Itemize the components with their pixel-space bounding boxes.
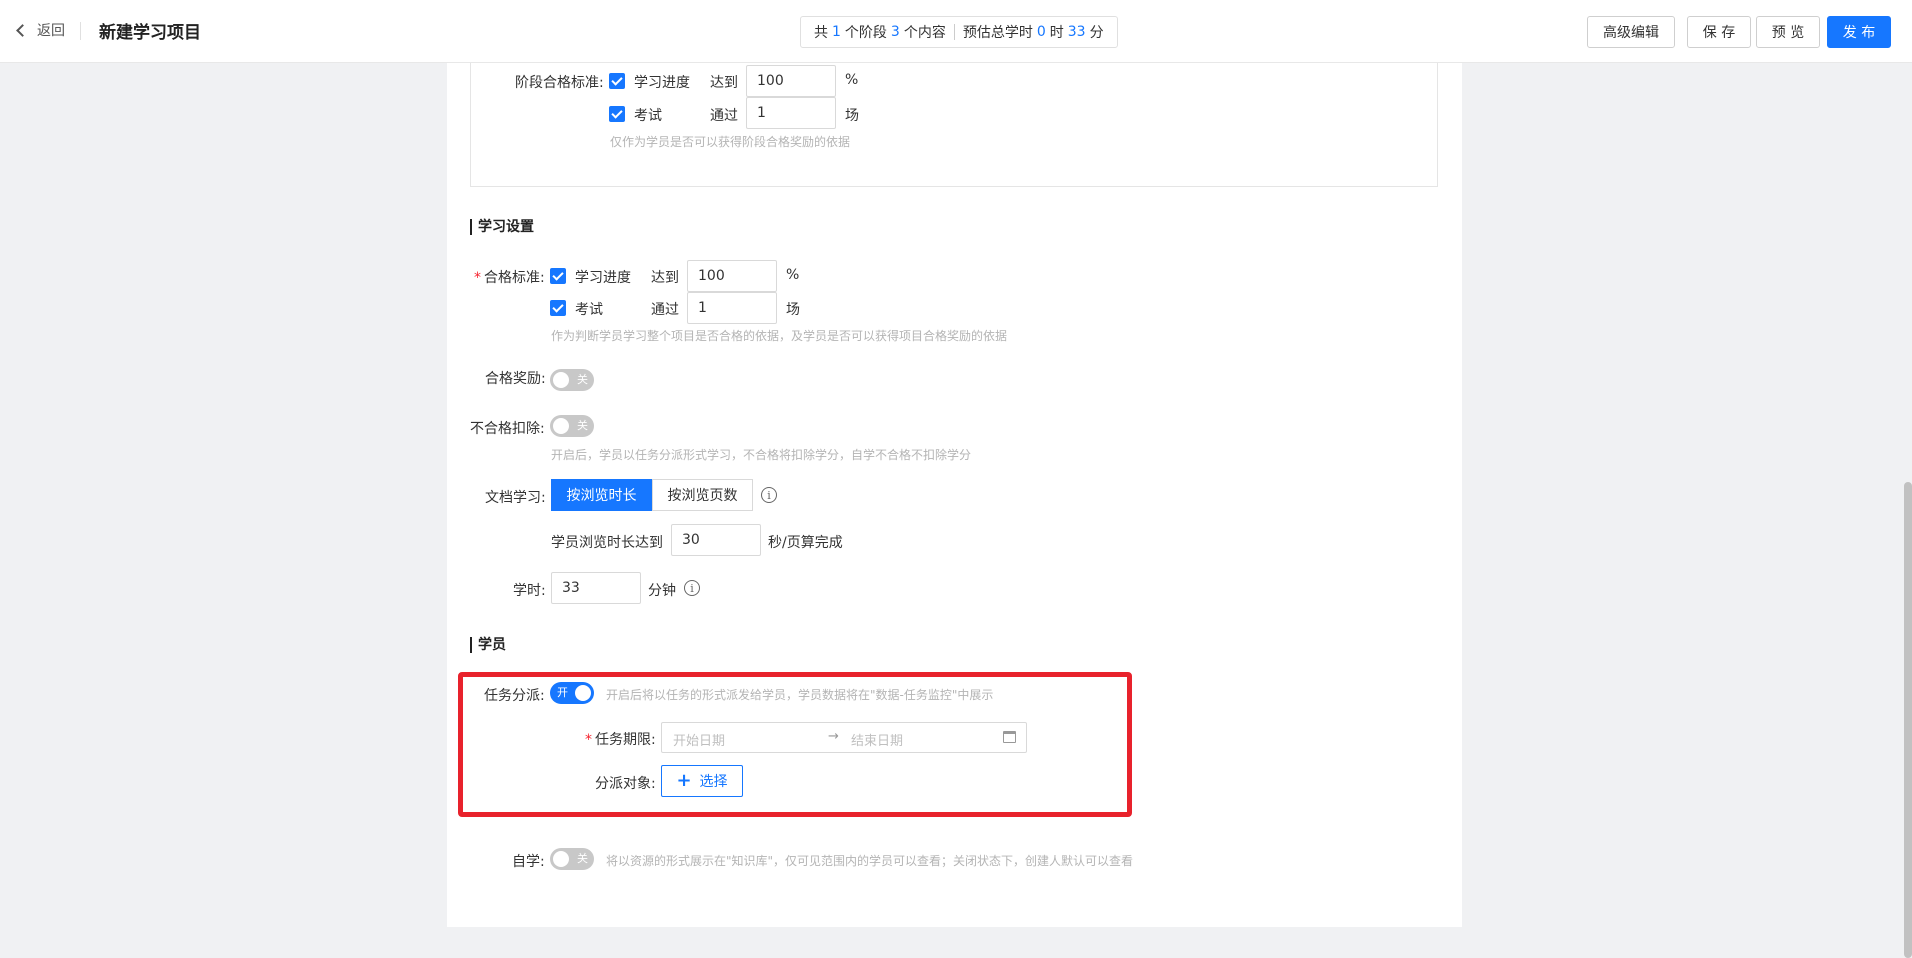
- task-period-range[interactable]: 开始日期 → 结束日期: [661, 722, 1027, 753]
- scrollbar[interactable]: [1904, 482, 1912, 958]
- students-title: 学员: [470, 637, 506, 653]
- progress-input[interactable]: [687, 260, 777, 292]
- stage-progress-input[interactable]: [746, 65, 836, 97]
- stage-count: 1: [832, 24, 841, 40]
- estimate-hours-text: 时: [1049, 25, 1064, 41]
- stage-exam-unit: 场: [845, 108, 859, 124]
- toggle-text: 关: [577, 419, 588, 432]
- select-target-button[interactable]: + 选择: [661, 765, 743, 797]
- required-mark: *: [474, 270, 481, 286]
- end-date-placeholder[interactable]: 结束日期: [851, 730, 903, 749]
- task-assign-toggle[interactable]: 开: [550, 682, 594, 704]
- browse-duration-label: 学员浏览时长达到: [551, 535, 663, 551]
- stage-pass-hint: 仅作为学员是否可以获得阶段合格奖励的依据: [610, 135, 851, 149]
- toggle-knob: [553, 372, 569, 388]
- reward-label: 合格奖励:: [485, 371, 546, 387]
- summary-separator: [953, 24, 955, 40]
- select-label: 选择: [699, 774, 728, 790]
- doc-by-time-option[interactable]: 按浏览时长: [551, 479, 652, 511]
- stage-pass-label: 阶段合格标准:: [515, 75, 604, 91]
- top-header: 返回 新建学习项目 共 1 个阶段 3 个内容 预估总学时 0 时 33 分 高…: [0, 0, 1912, 63]
- progress-unit: %: [786, 267, 800, 283]
- exam-checkbox[interactable]: [550, 300, 566, 316]
- exam-input[interactable]: [687, 292, 777, 324]
- back-button[interactable]: 返回: [16, 20, 65, 40]
- hours-unit: 分钟: [648, 583, 676, 599]
- estimate-minutes-text: 分: [1089, 25, 1104, 41]
- stage-exam-label: 考试: [634, 108, 662, 124]
- deduct-label: 不合格扣除:: [470, 421, 545, 437]
- stage-count-text: 个阶段: [844, 25, 887, 41]
- advanced-edit-button[interactable]: 高级编辑: [1587, 16, 1675, 48]
- info-icon[interactable]: i: [684, 580, 700, 596]
- exam-label: 考试: [575, 302, 603, 318]
- reach-label: 达到: [651, 270, 679, 286]
- pass-standard-text: 合格标准:: [484, 270, 545, 286]
- toggle-text: 关: [577, 373, 588, 386]
- toggle-knob: [553, 851, 569, 867]
- assign-target-label: 分派对象:: [595, 776, 656, 792]
- exam-unit: 场: [786, 302, 800, 318]
- task-period-text: 任务期限:: [595, 732, 656, 748]
- stage-pass-word: 通过: [710, 108, 738, 124]
- estimate-label: 预估总学时: [962, 25, 1033, 41]
- stage-exam-input[interactable]: [746, 97, 836, 129]
- progress-label: 学习进度: [575, 270, 631, 286]
- toggle-knob: [575, 685, 591, 701]
- reward-toggle[interactable]: 关: [550, 369, 594, 391]
- calendar-icon: [1003, 731, 1016, 743]
- stage-exam-checkbox[interactable]: [609, 106, 625, 122]
- stage-reach-label: 达到: [710, 75, 738, 91]
- stage-progress-unit: %: [845, 72, 859, 88]
- stage-progress-label: 学习进度: [634, 75, 690, 91]
- start-date-placeholder[interactable]: 开始日期: [673, 730, 725, 749]
- progress-checkbox[interactable]: [550, 268, 566, 284]
- content-count: 3: [890, 24, 900, 40]
- pass-standard-label: * 合格标准:: [474, 267, 545, 287]
- task-period-label: * 任务期限:: [585, 729, 656, 749]
- pass-standard-hint: 作为判断学员学习整个项目是否合格的依据，及学员是否可以获得项目合格奖励的依据: [551, 329, 1008, 343]
- deduct-toggle[interactable]: 关: [550, 415, 594, 437]
- toggle-text: 开: [557, 686, 568, 699]
- estimate-hours: 0: [1036, 24, 1046, 40]
- pass-word: 通过: [651, 302, 679, 318]
- publish-button[interactable]: 发 布: [1827, 16, 1891, 48]
- task-assign-hint: 开启后将以任务的形式派发给学员，学员数据将在"数据-任务监控"中展示: [606, 688, 994, 702]
- preview-button[interactable]: 预 览: [1756, 16, 1820, 48]
- header-divider: [80, 22, 81, 40]
- chevron-left-icon: [16, 23, 29, 37]
- estimate-minutes: 33: [1067, 24, 1086, 40]
- stage-progress-checkbox[interactable]: [609, 73, 625, 89]
- self-study-hint: 将以资源的形式展示在"知识库"，仅可见范围内的学员可以查看；关闭状态下，创建人默…: [606, 854, 1134, 868]
- toggle-text: 关: [577, 852, 588, 865]
- info-icon[interactable]: i: [761, 487, 777, 503]
- summary-prefix: 共: [814, 25, 828, 41]
- page-title: 新建学习项目: [99, 23, 201, 43]
- self-study-toggle[interactable]: 关: [550, 848, 594, 870]
- doc-by-pages-option[interactable]: 按浏览页数: [652, 479, 753, 511]
- browse-duration-unit: 秒/页算完成: [768, 535, 843, 551]
- content-count-text: 个内容: [903, 25, 946, 41]
- hours-label: 学时:: [513, 583, 546, 599]
- self-study-label: 自学:: [512, 854, 545, 870]
- required-mark: *: [585, 732, 592, 748]
- browse-duration-input[interactable]: [671, 524, 761, 556]
- task-assign-label: 任务分派:: [484, 688, 545, 704]
- project-summary: 共 1 个阶段 3 个内容 预估总学时 0 时 33 分: [800, 16, 1118, 48]
- hours-input[interactable]: [551, 572, 641, 604]
- study-settings-title: 学习设置: [470, 219, 534, 235]
- back-label: 返回: [37, 23, 65, 39]
- doc-study-label: 文档学习:: [485, 490, 546, 506]
- toggle-knob: [553, 418, 569, 434]
- deduct-hint: 开启后，学员以任务分派形式学习，不合格将扣除学分，自学不合格不扣除学分: [551, 448, 972, 462]
- plus-icon: +: [676, 770, 692, 791]
- arrow-right-icon: →: [828, 729, 839, 744]
- save-button[interactable]: 保 存: [1687, 16, 1751, 48]
